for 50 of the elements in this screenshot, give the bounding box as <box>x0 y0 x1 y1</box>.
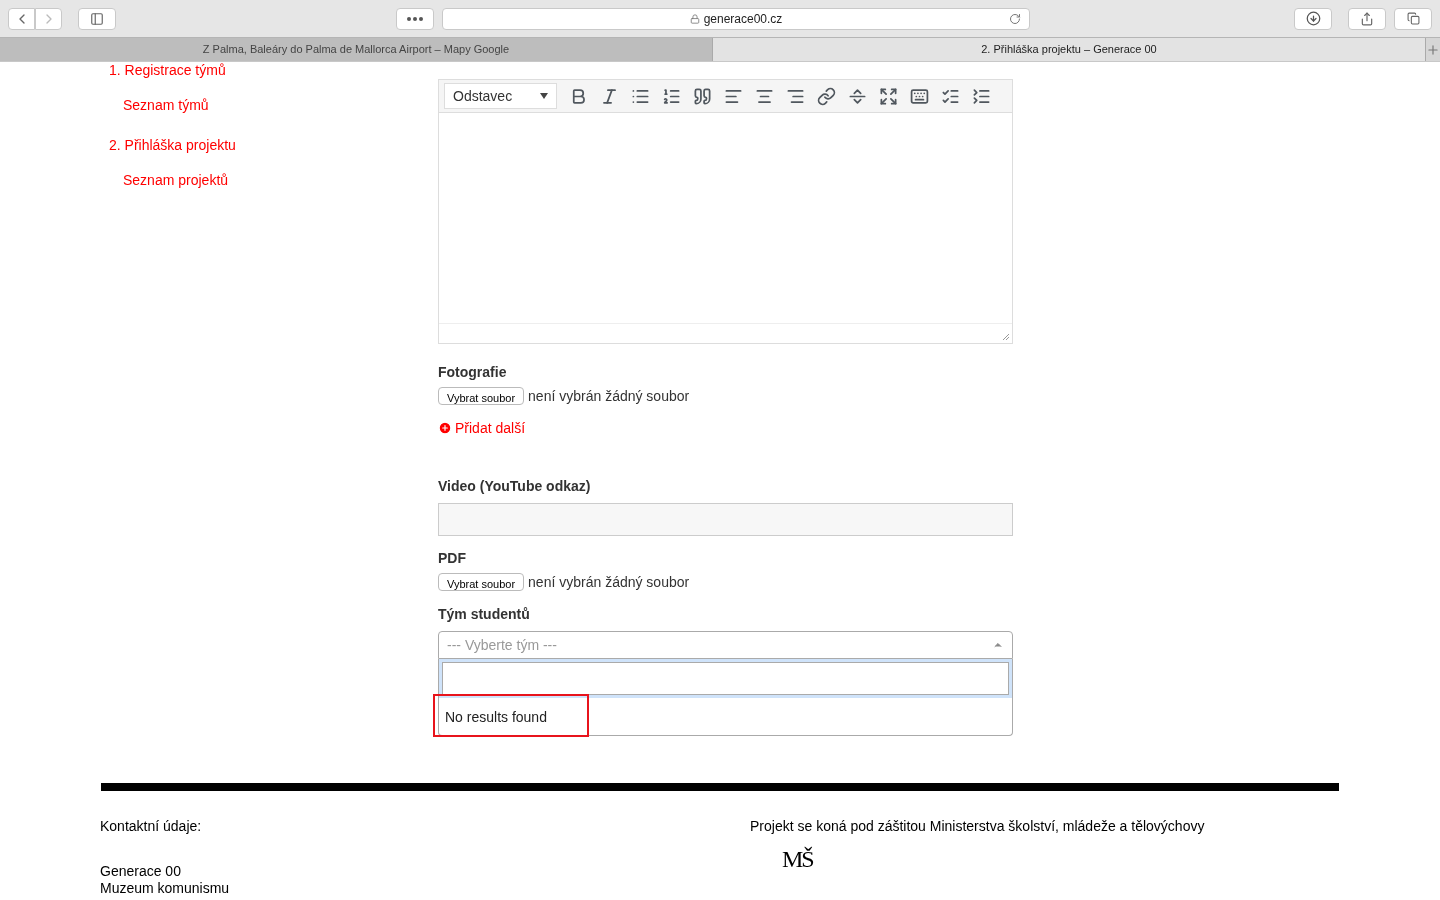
nav-link[interactable]: Seznam projektů <box>123 170 438 191</box>
download-button[interactable] <box>1294 7 1332 30</box>
url-text: generace00.cz <box>703 10 783 28</box>
dropdown-search-field[interactable] <box>442 662 1009 695</box>
no-results-text: No results found <box>445 707 547 727</box>
contact-heading: Kontaktní údaje: <box>100 817 203 836</box>
dots-icon <box>407 16 423 21</box>
nav-link[interactable]: 2. Přihláška projektu <box>109 135 438 156</box>
field-label: Fotografie <box>438 364 508 381</box>
more-button[interactable] <box>396 7 434 30</box>
field-label: Tým studentů <box>438 606 531 623</box>
separator-icon[interactable] <box>848 86 867 106</box>
choose-file-button[interactable]: Vybrat soubor <box>438 387 525 405</box>
keyboard-icon[interactable] <box>910 86 929 106</box>
nav-link[interactable]: Seznam týmů <box>123 95 438 116</box>
file-status: není vybrán žádný soubor <box>528 573 690 592</box>
italic-icon[interactable] <box>600 86 619 106</box>
lock-icon <box>689 13 700 24</box>
download-icon <box>1305 11 1321 26</box>
file-status: není vybrán žádný soubor <box>528 387 690 406</box>
numbered-list-icon[interactable] <box>662 86 681 106</box>
share-button[interactable] <box>1348 7 1386 30</box>
expand-icon[interactable] <box>879 86 898 106</box>
nav-link[interactable]: 1. Registrace týmů <box>109 60 438 81</box>
address-bar[interactable]: generace00.cz <box>442 7 1030 30</box>
plus-icon <box>1426 42 1440 57</box>
quote-icon[interactable] <box>693 86 712 106</box>
list-collapse-icon[interactable] <box>972 86 991 106</box>
browser-tab[interactable]: Z Palma, Baleáry do Palma de Mallorca Airport – Mapy Google <box>0 38 713 61</box>
sidebar-icon <box>90 11 104 26</box>
ministry-logo: MŠ <box>782 847 813 871</box>
add-more-link[interactable]: Přidat další <box>438 418 526 438</box>
share-icon <box>1360 11 1374 26</box>
resize-handle-icon <box>1002 333 1010 341</box>
field-label: Video (YouTube odkaz) <box>438 478 592 495</box>
sidebar-button[interactable] <box>78 7 116 30</box>
link-icon[interactable] <box>817 86 836 106</box>
reload-icon[interactable] <box>1009 12 1021 25</box>
caret-icon <box>540 93 548 99</box>
contact-line: Muzeum komunismu <box>100 880 231 897</box>
video-url-field[interactable] <box>438 503 1013 536</box>
patronage-text: Projekt se koná pod záštitou Ministerstva školství, mládeže a tělovýchovy <box>750 817 1205 836</box>
field-label: PDF <box>438 550 467 567</box>
tabs-icon <box>1406 12 1420 25</box>
contact-line: Generace 00 <box>100 863 182 880</box>
tabs-button[interactable] <box>1394 7 1432 30</box>
format-dropdown[interactable]: Odstavec <box>444 83 557 109</box>
plus-circle-icon <box>438 421 452 435</box>
team-select[interactable]: --- Vyberte tým --- <box>438 631 1013 659</box>
choose-file-button[interactable]: Vybrat soubor <box>438 573 525 591</box>
